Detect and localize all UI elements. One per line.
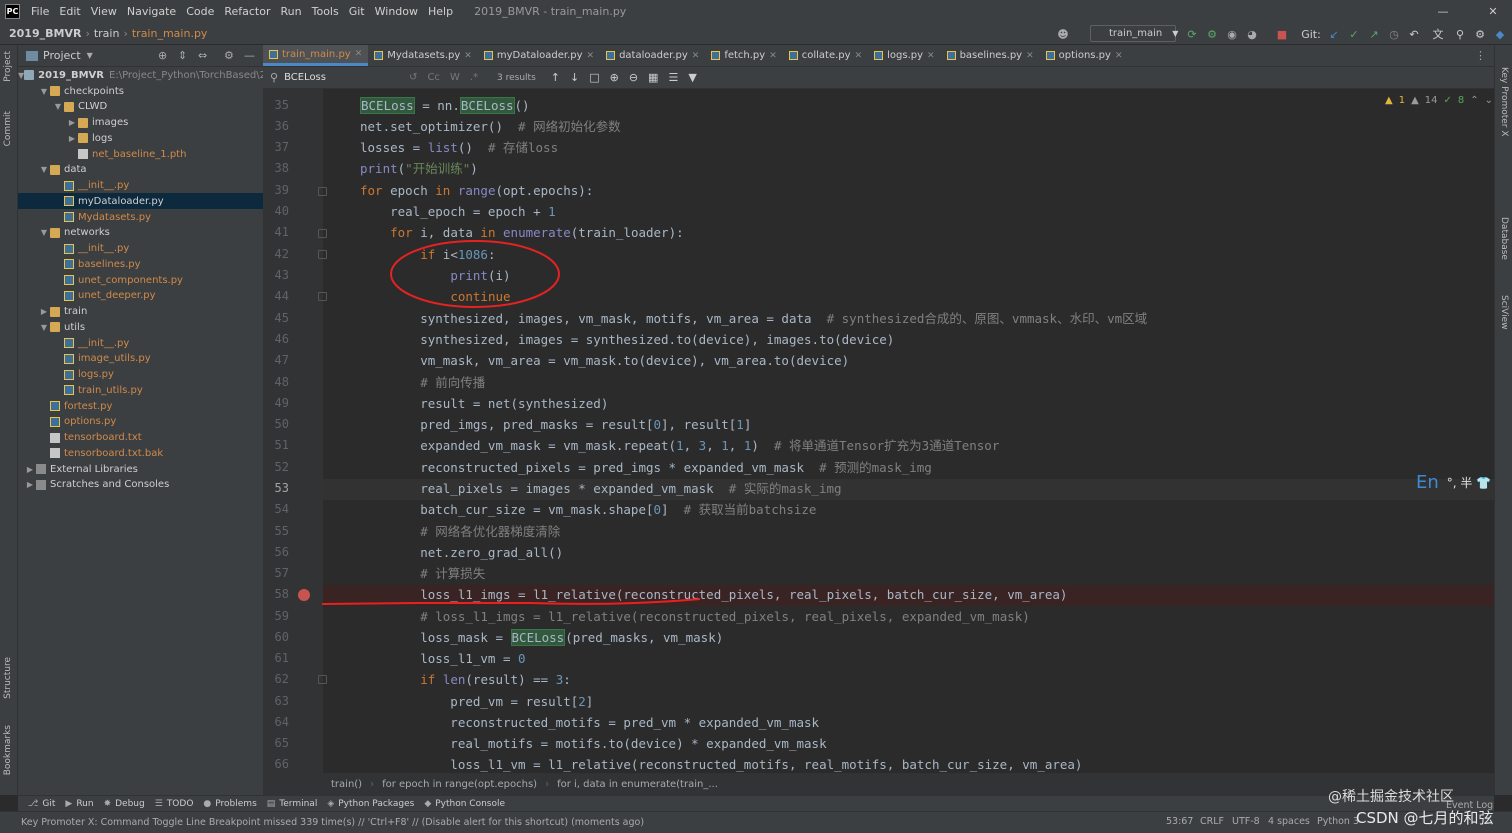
watermark-juejin: @稀土掘金技术社区 xyxy=(1328,789,1454,805)
play-icon: ▶ xyxy=(65,798,73,809)
tool-label: Git xyxy=(42,798,56,809)
chevron-down-icon[interactable]: ⌄ xyxy=(1485,95,1493,106)
line-separator[interactable]: CRLF xyxy=(1200,816,1224,827)
breadcrumb-function[interactable]: train() xyxy=(331,779,362,790)
list-icon: ☰ xyxy=(154,798,163,809)
watermark-csdn: CSDN @七月的和弦 xyxy=(1356,809,1494,827)
tool-label: Python Console xyxy=(435,798,506,809)
tool-label: Run xyxy=(76,798,94,809)
breadcrumb-inner-loop[interactable]: for i, data in enumerate(train_... xyxy=(557,779,718,790)
tool-label: Python Packages xyxy=(338,798,415,809)
package-icon: ◈ xyxy=(327,798,335,809)
breadcrumb-outer-loop[interactable]: for epoch in range(opt.epochs) xyxy=(382,779,537,790)
chevron-right-icon: › xyxy=(370,779,375,790)
tool-git[interactable]: ⎇ Git xyxy=(28,799,55,809)
python-interpreter[interactable]: Python 3 xyxy=(1317,816,1359,827)
ide-window: PC File Edit View Navigate Code Refactor… xyxy=(0,0,1512,833)
tool-label: Debug xyxy=(115,798,145,809)
tool-terminal[interactable]: ▤ Terminal xyxy=(267,799,318,809)
annotation-overlay xyxy=(321,240,701,605)
status-bar: Key Promoter X: Command Toggle Line Brea… xyxy=(0,800,1512,833)
code-breadcrumb: train() › for epoch in range(opt.epochs)… xyxy=(263,773,1494,795)
indent-setting[interactable]: 4 spaces xyxy=(1268,816,1310,827)
input-language: En xyxy=(1416,471,1439,493)
typo-count: 14 xyxy=(1424,94,1438,106)
tool-window-bar: ⎇ Git ▶ Run ✸ Debug ☰ TODO ● Problems ▤ Termin… xyxy=(18,795,1494,811)
warning-count: 1 xyxy=(1398,94,1406,106)
tool-label: Terminal xyxy=(279,798,318,809)
bug-icon: ✸ xyxy=(103,798,112,809)
input-mode: °, 半 👕 xyxy=(1446,475,1492,490)
ok-count: 8 xyxy=(1457,94,1465,106)
red-circle-annotation xyxy=(390,240,560,308)
python-icon: ◆ xyxy=(424,798,432,809)
file-encoding[interactable]: UTF-8 xyxy=(1232,816,1260,827)
tool-label: TODO xyxy=(166,798,194,809)
inspection-widget[interactable]: ▲ 1 ▲ 14 ✓ 8 ⌃ ⌄ xyxy=(1385,93,1499,107)
tool-python-console[interactable]: ◆ Python Console xyxy=(424,799,505,809)
terminal-icon: ▤ xyxy=(266,798,276,809)
warning-icon: ▲ xyxy=(1385,94,1393,106)
tool-python-packages[interactable]: ◈ Python Packages xyxy=(327,799,414,809)
problems-icon: ● xyxy=(203,798,212,809)
ok-icon: ✓ xyxy=(1443,94,1452,106)
input-method-indicator: En °, 半 👕 xyxy=(1416,471,1491,493)
tool-problems[interactable]: ● Problems xyxy=(203,799,256,809)
git-branch-icon: ⎇ xyxy=(28,798,39,809)
chevron-up-icon[interactable]: ⌃ xyxy=(1470,95,1478,106)
tool-run[interactable]: ▶ Run xyxy=(65,799,93,809)
tool-label: Problems xyxy=(215,798,257,809)
tool-debug[interactable]: ✸ Debug xyxy=(104,799,145,809)
red-underline-annotation xyxy=(321,598,701,605)
status-message[interactable]: Key Promoter X: Command Toggle Line Brea… xyxy=(21,817,644,828)
tool-todo[interactable]: ☰ TODO xyxy=(155,799,194,809)
caret-position[interactable]: 53:67 xyxy=(1166,816,1193,827)
chevron-right-icon: › xyxy=(545,779,550,790)
typo-icon: ▲ xyxy=(1411,94,1419,106)
